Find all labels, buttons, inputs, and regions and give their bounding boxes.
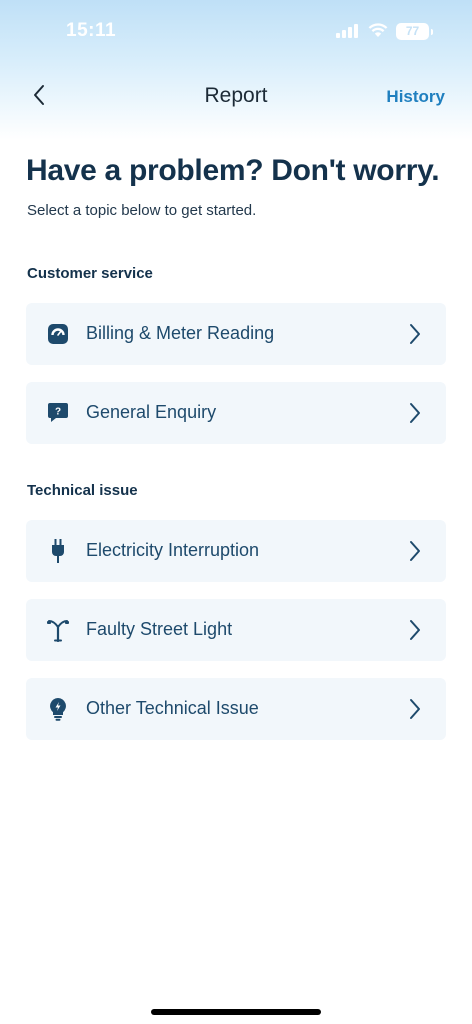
topic-electricity-interruption[interactable]: Electricity Interruption [26,520,446,582]
chevron-right-icon [410,541,420,561]
topic-label: Billing & Meter Reading [86,323,275,343]
question-bubble-icon: ? [46,401,70,425]
status-bar: 15:11 77 [0,0,472,64]
svg-text:?: ? [55,407,61,418]
section-label-technical-issue: Technical issue [27,482,138,499]
topic-billing-meter-reading[interactable]: Billing & Meter Reading [26,303,446,365]
chevron-right-icon [410,403,420,423]
topic-label: Faulty Street Light [86,619,233,639]
chevron-right-icon [410,699,420,719]
page-subheading: Select a topic below to get started. [27,202,257,219]
plug-icon [46,539,70,563]
chevron-right-icon [410,324,420,344]
nav-bar: Report History [0,70,472,122]
status-time: 15:11 [66,20,117,41]
lightbulb-icon [46,697,70,721]
page-heading: Have a problem? Don't worry. [26,154,440,187]
topic-other-technical-issue[interactable]: Other Technical Issue [26,678,446,740]
topic-label: Other Technical Issue [86,698,259,718]
cellular-signal-icon [336,24,358,38]
chevron-right-icon [410,620,420,640]
section-label-customer-service: Customer service [27,265,153,282]
street-light-icon [46,618,70,642]
wifi-icon [368,23,388,37]
battery-indicator: 77 [396,23,433,40]
topic-general-enquiry[interactable]: ? General Enquiry [26,382,446,444]
history-link[interactable]: History [386,87,445,107]
topic-faulty-street-light[interactable]: Faulty Street Light [26,599,446,661]
meter-icon [46,322,70,346]
home-indicator[interactable] [151,1009,321,1015]
topic-label: General Enquiry [86,402,217,422]
topic-label: Electricity Interruption [86,540,260,560]
